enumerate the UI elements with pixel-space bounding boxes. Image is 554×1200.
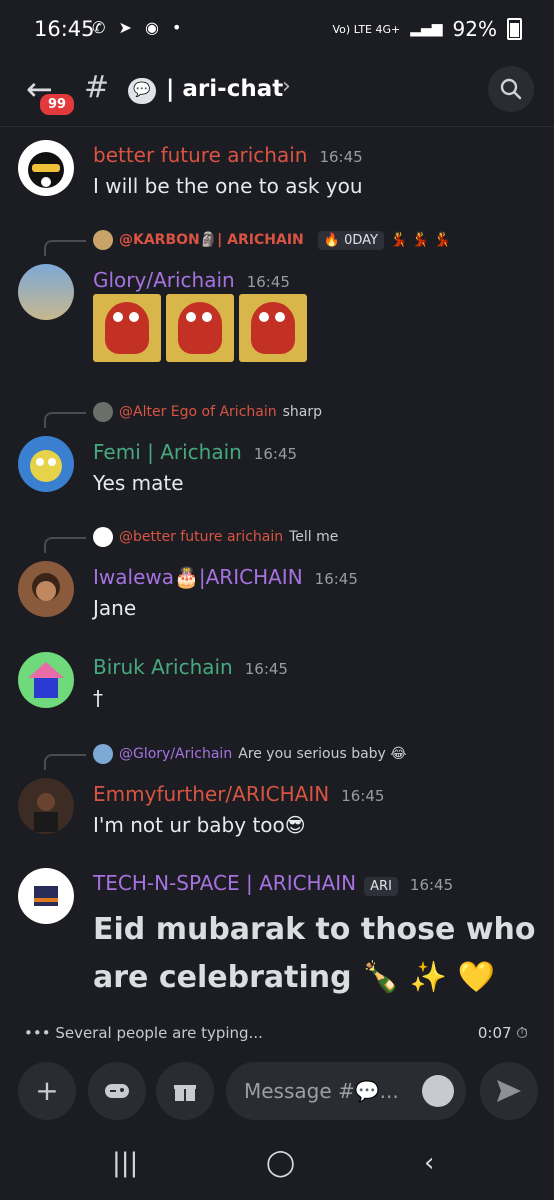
reply-username: @better future arichain <box>119 529 284 545</box>
add-attachment-button[interactable]: + <box>18 1062 76 1120</box>
reply-username: @Alter Ego of Arichain <box>119 404 277 420</box>
battery-icon <box>507 18 522 40</box>
system-nav-bar: ||| ◯ ‹ <box>0 1134 554 1200</box>
home-button[interactable]: ◯ <box>266 1148 295 1178</box>
reply-connector <box>44 754 86 770</box>
locked-channel-hash-icon: # <box>84 70 110 105</box>
avatar[interactable] <box>18 652 74 708</box>
back-button[interactable]: ‹ <box>424 1148 434 1178</box>
reply-avatar <box>93 230 113 250</box>
send-button[interactable] <box>480 1062 538 1120</box>
reply-extra: 💃 💃 💃 <box>389 232 452 248</box>
message-text: Yes mate <box>93 471 184 495</box>
channel-header: ← 99 # 💬 | ari-chat › <box>0 60 554 127</box>
ant-sticker-image[interactable] <box>239 294 307 362</box>
gift-button[interactable] <box>156 1062 214 1120</box>
avatar[interactable] <box>18 778 74 834</box>
message-text: I will be the one to ask you <box>93 174 363 198</box>
reply-preview[interactable]: @Alter Ego of Arichain sharp <box>93 402 322 422</box>
status-time: 16:45 <box>34 17 95 41</box>
send-icon <box>497 1080 521 1102</box>
message-composer: + Message #💬... <box>0 1050 554 1134</box>
username[interactable]: Glory/Arichain 16:45 <box>93 268 290 292</box>
message-text: Eid mubarak to those who are celebrating… <box>93 906 536 1002</box>
message-line: Eid mubarak to those who <box>93 912 536 947</box>
gamepad-icon <box>105 1084 129 1098</box>
username[interactable]: TECH-N-SPACE | ARICHAIN ARI 16:45 <box>93 871 454 896</box>
reply-username: @KARBON🗿| ARICHAIN <box>119 232 304 248</box>
username[interactable]: Emmyfurther/ARICHAIN 16:45 <box>93 782 384 806</box>
signal-icon: ▂▄▆ <box>410 21 443 37</box>
battery-percent: 92% <box>452 17 497 41</box>
role-tag: ARI <box>364 877 398 896</box>
reply-connector <box>44 537 86 553</box>
reply-tag: 🔥 0DAY <box>317 230 384 250</box>
avatar[interactable] <box>18 140 74 196</box>
timestamp: 16:45 <box>244 660 288 678</box>
message-input[interactable]: Message #💬... <box>226 1062 466 1120</box>
recent-apps-button[interactable]: ||| <box>112 1148 138 1178</box>
timestamp: 16:45 <box>409 876 454 894</box>
message-line: are celebrating 🍾 ✨ 💛 <box>93 960 495 995</box>
reply-preview[interactable]: @Glory/Arichain Are you serious baby 😂 <box>93 744 407 764</box>
reply-text: Are you serious baby 😂 <box>238 746 407 762</box>
username[interactable]: Iwalewa🎂|ARICHAIN 16:45 <box>93 565 358 589</box>
slowmode-timer: 0:07 ⏱ <box>477 1024 528 1042</box>
timestamp: 16:45 <box>246 273 290 291</box>
reply-avatar <box>93 402 113 422</box>
username[interactable]: better future arichain 16:45 <box>93 143 363 167</box>
reply-preview[interactable]: @better future arichain Tell me <box>93 527 338 547</box>
sticker-row <box>93 294 307 362</box>
message-text: † <box>93 686 103 710</box>
channel-emoji: 💬 <box>128 78 156 104</box>
search-button[interactable] <box>488 66 534 112</box>
notification-icons: ✆ ➤ ◉ • <box>92 18 186 37</box>
reply-avatar <box>93 744 113 764</box>
username[interactable]: Femi | Arichain 16:45 <box>93 440 297 464</box>
reply-avatar <box>93 527 113 547</box>
emoji-icon[interactable] <box>422 1075 454 1107</box>
ant-sticker-image[interactable] <box>93 294 161 362</box>
status-bar: 16:45 ✆ ➤ ◉ • Vo) LTE 4G+ ▂▄▆ 92% <box>0 0 554 60</box>
reply-text: Tell me <box>289 529 339 545</box>
status-right: Vo) LTE 4G+ ▂▄▆ 92% <box>333 17 522 41</box>
channel-chevron-icon[interactable]: › <box>282 74 291 99</box>
unread-badge: 99 <box>38 92 77 117</box>
activities-button[interactable] <box>88 1062 146 1120</box>
avatar[interactable] <box>18 868 74 924</box>
reply-connector <box>44 240 86 256</box>
message-text: I'm not ur baby too😎 <box>93 813 306 837</box>
search-icon <box>500 78 522 100</box>
message-text: Jane <box>93 596 137 620</box>
reply-text: sharp <box>282 404 322 420</box>
avatar[interactable] <box>18 436 74 492</box>
timestamp: 16:45 <box>314 570 358 588</box>
gift-icon <box>174 1083 196 1101</box>
message-input-placeholder: Message #💬... <box>244 1079 399 1103</box>
reply-connector <box>44 412 86 428</box>
timestamp: 16:45 <box>253 445 298 463</box>
avatar[interactable] <box>18 264 74 320</box>
username[interactable]: Biruk Arichain 16:45 <box>93 655 288 679</box>
ant-sticker-image[interactable] <box>166 294 234 362</box>
reply-preview[interactable]: @KARBON🗿| ARICHAIN 🔥 0DAY 💃 💃 💃 <box>93 230 451 250</box>
timestamp: 16:45 <box>341 787 385 805</box>
avatar[interactable] <box>18 561 74 617</box>
typing-indicator: ••• Several people are typing... <box>24 1024 263 1042</box>
reply-username: @Glory/Arichain <box>119 746 233 762</box>
channel-name[interactable]: | ari-chat <box>166 76 283 102</box>
timestamp: 16:45 <box>319 148 363 166</box>
network-indicator: Vo) LTE 4G+ <box>332 22 401 36</box>
